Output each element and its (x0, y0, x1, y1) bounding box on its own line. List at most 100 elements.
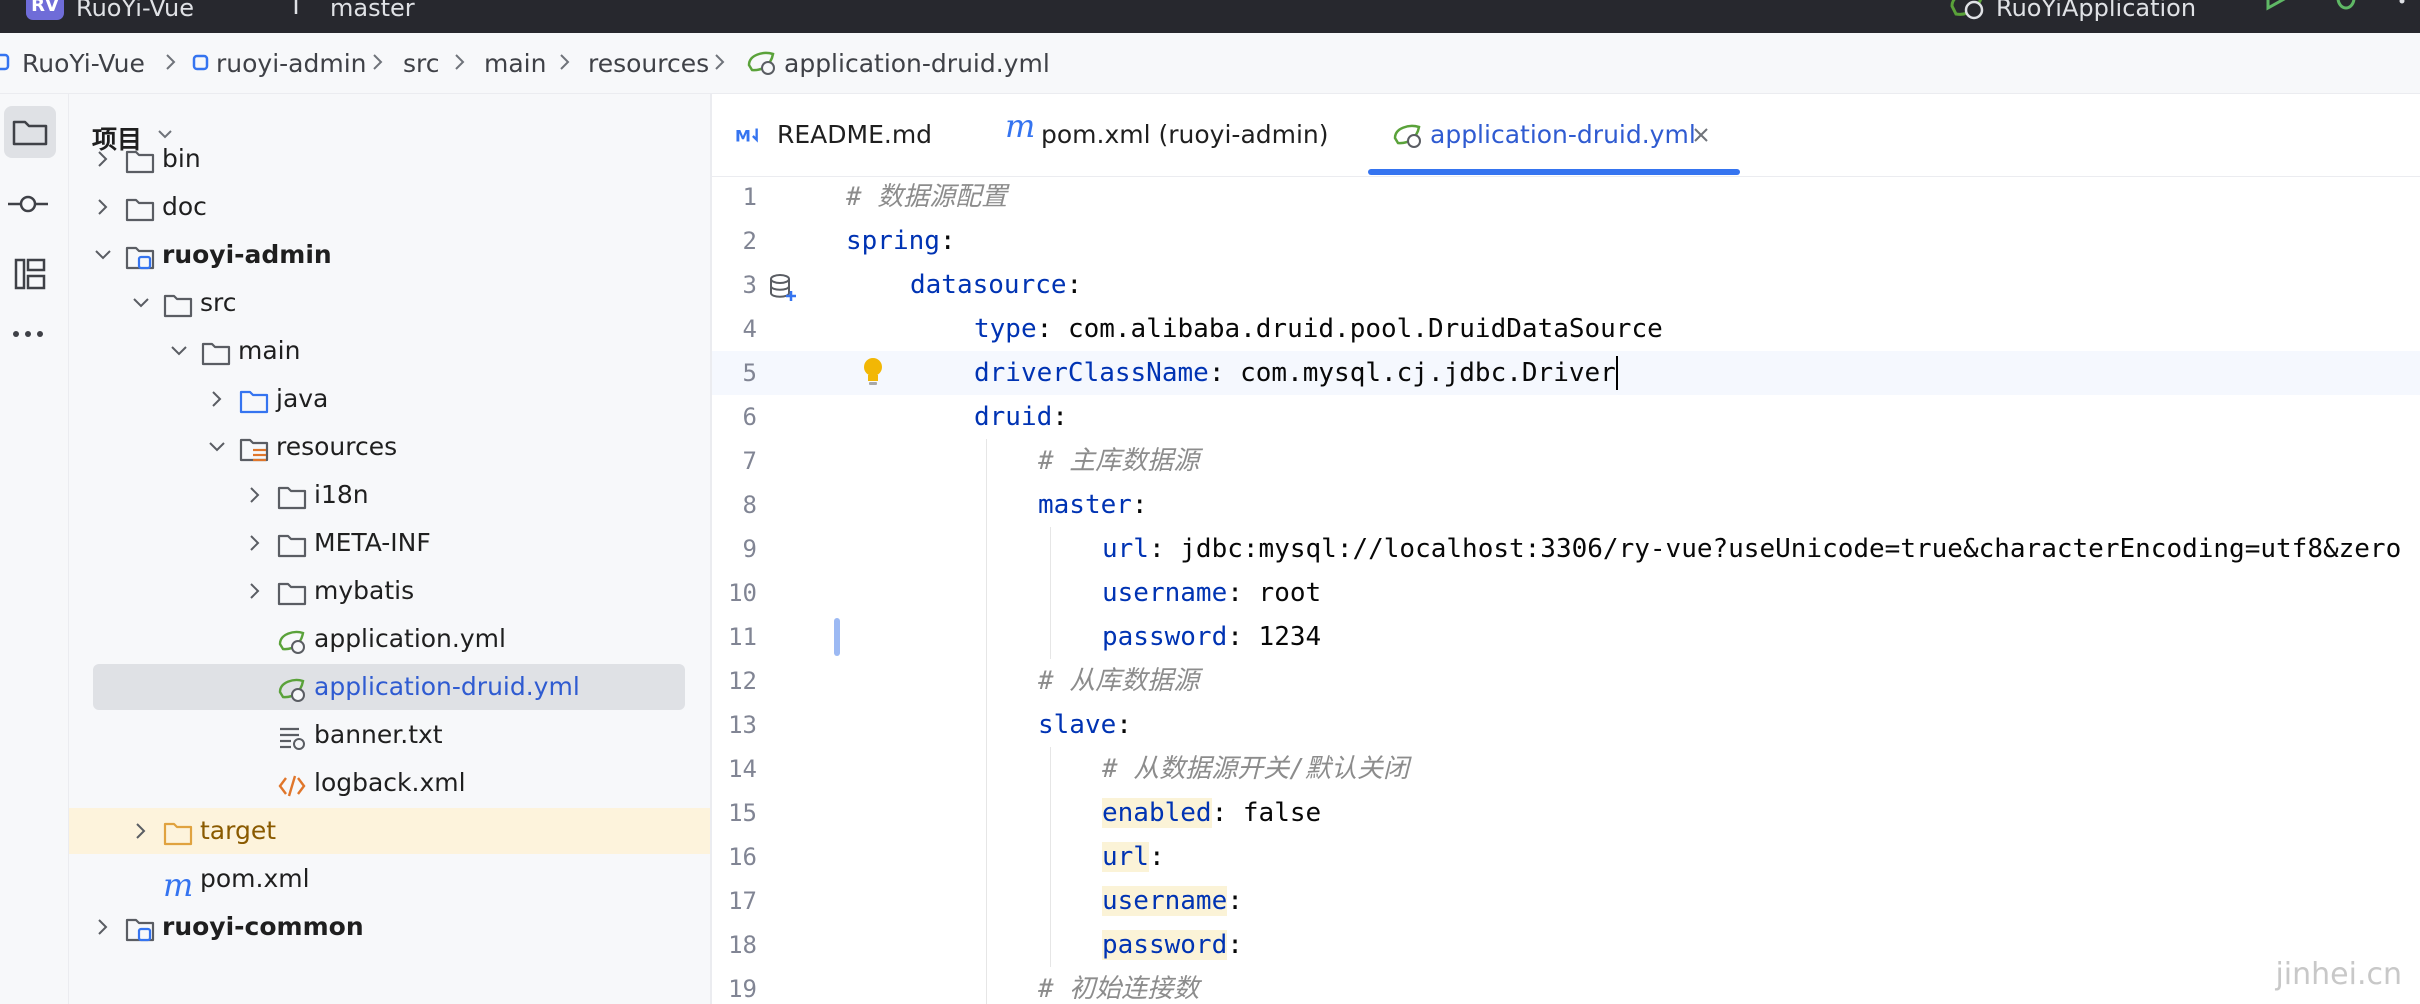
breadcrumb-item[interactable]: resources (588, 49, 709, 78)
code-line[interactable]: 13 slave: (712, 703, 2420, 747)
yaml-comment: # 数据源配置 (846, 182, 1008, 212)
line-number: 4 (742, 315, 757, 343)
code-line[interactable]: 1 # 数据源配置 (712, 177, 2420, 219)
folder-icon (163, 289, 193, 318)
tree-item-banner-txt[interactable]: banner.txt (69, 712, 710, 758)
tree-item-application-druid-yml[interactable]: application-druid.yml (69, 664, 710, 710)
chevron-right-icon[interactable] (245, 568, 265, 614)
tree-item-ruoyi-common[interactable]: ruoyi-common (69, 904, 710, 950)
chevron-right-icon[interactable] (245, 472, 265, 518)
lightbulb-icon[interactable] (862, 357, 884, 387)
project-name[interactable]: RuoYi-Vue (76, 0, 194, 28)
folder-icon (125, 145, 155, 174)
code-line[interactable]: 4 type: com.alibaba.druid.pool.DruidDataS… (712, 307, 2420, 351)
run-config-selector[interactable]: RuoYiApplication (1996, 0, 2196, 28)
code-text: username: (1102, 879, 1243, 923)
database-gutter-icon[interactable] (768, 273, 798, 303)
debug-icon[interactable] (2330, 0, 2362, 28)
code-line[interactable]: 9 url: jdbc:mysql://localhost:3306/ry-vue… (712, 527, 2420, 571)
tree-item-bin[interactable]: bin (69, 136, 710, 182)
code-line[interactable]: 8 master: (712, 483, 2420, 527)
structure-tool-button[interactable] (4, 248, 56, 300)
code-line[interactable]: 14 # 从数据源开关/默认关闭 (712, 747, 2420, 791)
tree-item-ruoyi-admin[interactable]: ruoyi-admin (69, 232, 710, 278)
tree-item-target[interactable]: target (69, 808, 710, 854)
code-line[interactable]: 7 # 主库数据源 (712, 439, 2420, 483)
code-line[interactable]: 6 druid: (712, 395, 2420, 439)
code-line[interactable]: 16 url: (712, 835, 2420, 879)
code-line[interactable]: 3 datasource: (712, 263, 2420, 307)
tree-item-logback-xml[interactable]: logback.xml (69, 760, 710, 806)
yaml-key: url (1102, 534, 1149, 564)
code-text: enabled: false (1102, 791, 1321, 835)
yaml-value: root (1258, 578, 1322, 608)
code-text: username: root (1102, 571, 1321, 615)
tree-item-i18n[interactable]: i18n (69, 472, 710, 518)
markdown-icon: M (735, 127, 758, 146)
project-tool-button[interactable] (4, 106, 56, 158)
tree-item-doc[interactable]: doc (69, 184, 710, 230)
breadcrumb-item[interactable]: src (403, 49, 440, 78)
yaml-comment: # 从库数据源 (1038, 666, 1200, 696)
run-icon[interactable] (2262, 0, 2292, 28)
chevron-down-icon[interactable] (131, 280, 151, 326)
chevron-right-icon[interactable] (93, 184, 113, 230)
chevron-right-icon[interactable] (93, 136, 113, 182)
branch-icon[interactable] (290, 0, 310, 28)
code-line[interactable]: 12 # 从库数据源 (712, 659, 2420, 703)
breadcrumb-item-current[interactable]: application-druid.yml (784, 49, 1050, 78)
indent-guide (1050, 747, 1051, 967)
code-line[interactable]: 19 # 初始连接数 (712, 967, 2420, 1004)
chevron-down-icon[interactable] (2204, 0, 2222, 28)
tree-item-resources[interactable]: resources (69, 424, 710, 470)
tree-item-mybatis[interactable]: mybatis (69, 568, 710, 614)
folder-icon (277, 481, 307, 510)
code-line[interactable]: 10 username: root (712, 571, 2420, 615)
breadcrumb-item[interactable]: RuoYi-Vue (22, 49, 145, 78)
tree-item-pom-xml[interactable]: m pom.xml (69, 856, 710, 902)
code-line[interactable]: 18 password: (712, 923, 2420, 967)
code-text: type: com.alibaba.druid.pool.DruidDataSo… (974, 307, 1663, 351)
code-editor[interactable]: 1 # 数据源配置 2 spring: 3 datasource: 4 type: com.a… (712, 177, 2420, 1004)
commit-tool-button[interactable] (4, 178, 56, 230)
more-icon[interactable] (2392, 0, 2412, 28)
spring-yaml-icon (1393, 124, 1421, 148)
chevron-right-icon[interactable] (207, 376, 227, 422)
yaml-key: password (1102, 930, 1228, 960)
tree-item-meta-inf[interactable]: META-INF (69, 520, 710, 566)
spring-yaml-icon (277, 625, 307, 654)
yaml-separator: : (1211, 798, 1243, 828)
code-line[interactable]: 5 driverClassName: com.mysql.cj.jdbc.Driv… (712, 351, 2420, 395)
code-line[interactable]: 11 password: 1234 (712, 615, 2420, 659)
chevron-down-icon[interactable] (93, 232, 113, 278)
line-number: 13 (728, 711, 757, 739)
close-icon[interactable] (1692, 126, 1710, 144)
module-icon (0, 49, 10, 83)
chevron-right-icon[interactable] (245, 520, 265, 566)
more-tools-icon[interactable] (4, 308, 56, 360)
code-line[interactable]: 17 username: (712, 879, 2420, 923)
line-number: 16 (728, 843, 757, 871)
project-badge[interactable]: RV (26, 0, 64, 20)
yaml-separator: : (1116, 710, 1132, 740)
line-number: 5 (742, 359, 757, 387)
title-bar: RV RuoYi-Vue master RuoYiApplication (0, 0, 2420, 33)
code-line[interactable]: 15 enabled: false (712, 791, 2420, 835)
chevron-down-icon[interactable] (169, 328, 189, 374)
tree-item-java[interactable]: java (69, 376, 710, 422)
tree-item-src[interactable]: src (69, 280, 710, 326)
chevron-down-icon[interactable] (207, 424, 227, 470)
code-line[interactable]: 2 spring: (712, 219, 2420, 263)
tree-item-application-yml[interactable]: application.yml (69, 616, 710, 662)
chevron-right-icon[interactable] (93, 904, 113, 950)
code-text: url: jdbc:mysql://localhost:3306/ry-vue?… (1102, 527, 2401, 571)
breadcrumb-item[interactable]: main (484, 49, 546, 78)
change-marker[interactable] (834, 618, 840, 656)
branch-name[interactable]: master (330, 0, 415, 28)
chevron-right-icon[interactable] (131, 808, 151, 854)
yaml-comment: # 主库数据源 (1038, 446, 1200, 476)
breadcrumb-item[interactable]: ruoyi-admin (216, 49, 367, 78)
yaml-value: jdbc:mysql://localhost:3306/ry-vue?useUn… (1180, 534, 2402, 564)
tree-item-main[interactable]: main (69, 328, 710, 374)
line-number: 15 (728, 799, 757, 827)
